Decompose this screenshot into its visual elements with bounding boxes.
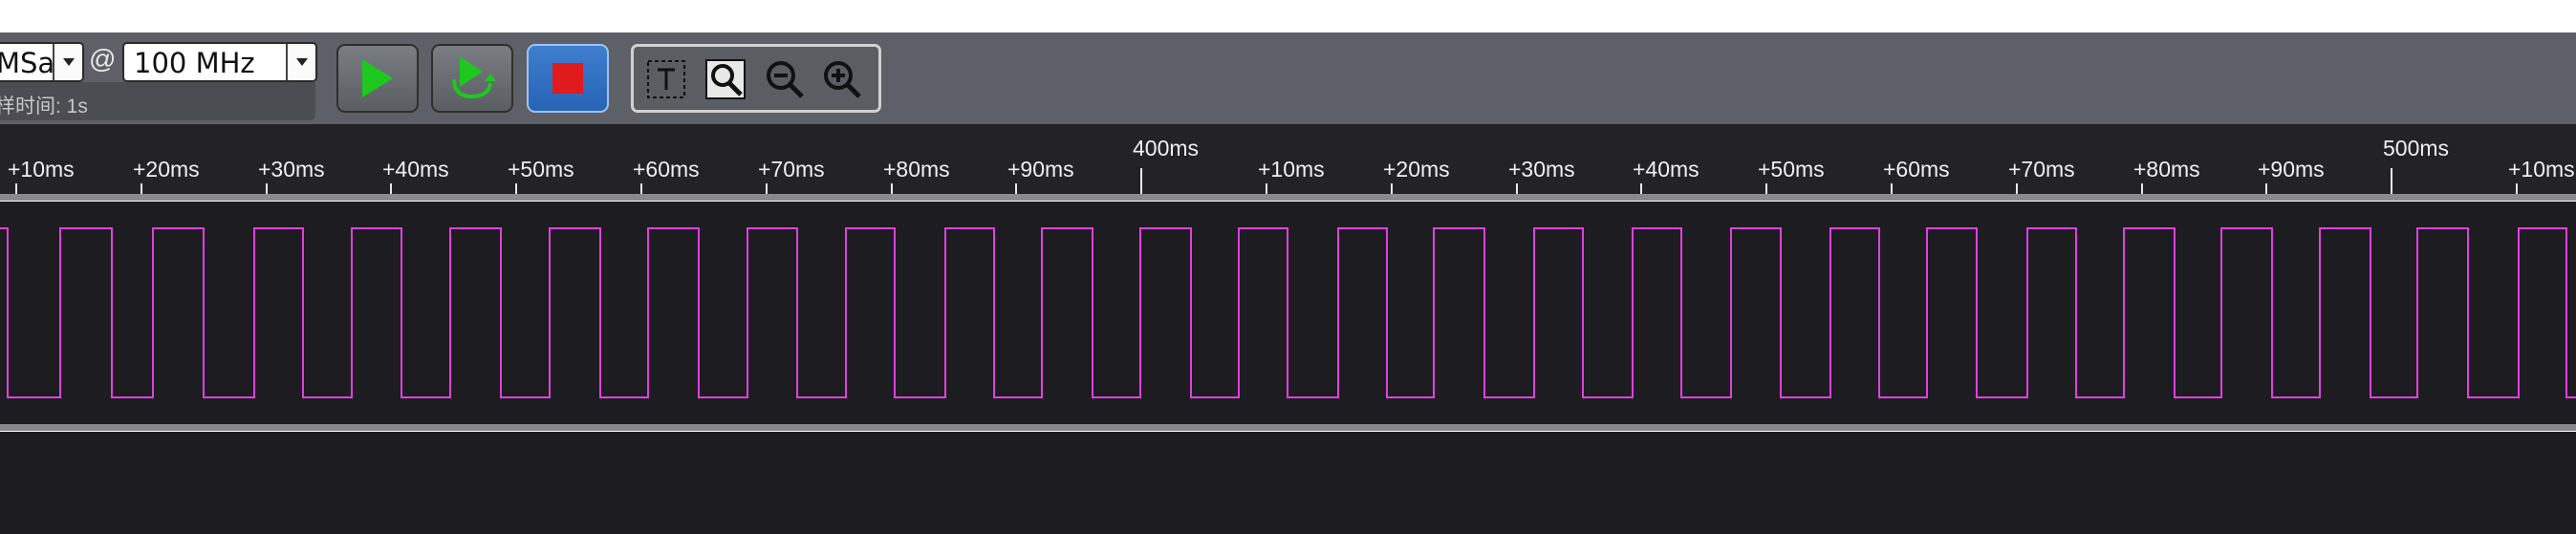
at-symbol: @ — [89, 44, 117, 74]
chevron-down-icon[interactable] — [53, 44, 82, 80]
samples-value: MSa — [0, 47, 55, 79]
ruler-label: +90ms — [1007, 157, 1074, 182]
ruler-label: +90ms — [2258, 157, 2325, 182]
ruler-label: +20ms — [133, 157, 200, 182]
play-loop-icon — [452, 56, 496, 99]
ruler-separator — [0, 194, 2576, 201]
play-icon — [362, 59, 393, 97]
ruler-label: +80ms — [2133, 157, 2200, 182]
time-ruler[interactable]: +10ms +20ms +30ms +40ms +50ms +60ms +70ms +80ms… — [0, 124, 2576, 195]
ruler-label: +60ms — [633, 157, 700, 182]
ruler-label: +70ms — [2008, 157, 2075, 182]
zoom-out-icon — [767, 61, 804, 98]
ruler-label: +80ms — [883, 157, 950, 182]
ruler-label: +10ms — [2508, 157, 2575, 182]
text-cursor-icon — [647, 60, 685, 98]
ruler-label: +10ms — [1258, 157, 1325, 182]
sample-rate-select[interactable]: 100 MHz — [122, 42, 317, 82]
text-cursor-button[interactable] — [645, 58, 687, 100]
ruler-label: +60ms — [1883, 157, 1950, 182]
run-button[interactable] — [336, 44, 419, 113]
zoom-out-button[interactable] — [764, 58, 806, 100]
ruler-label: +40ms — [382, 157, 449, 182]
samples-select[interactable]: MSa — [0, 42, 84, 82]
ruler-label: +30ms — [1508, 157, 1575, 182]
zoom-in-icon — [824, 61, 861, 98]
ruler-label: 500ms — [2383, 136, 2450, 160]
run-repeat-button[interactable] — [431, 44, 513, 113]
ruler-label: 400ms — [1133, 136, 1200, 160]
ruler-label: +50ms — [1758, 157, 1825, 182]
ruler-label: +30ms — [258, 157, 325, 182]
signal-trace-area[interactable] — [0, 202, 2576, 426]
ruler-label: +10ms — [8, 157, 75, 182]
stop-icon — [552, 63, 583, 94]
chevron-down-icon[interactable] — [286, 44, 315, 80]
stop-button[interactable] — [527, 44, 609, 113]
ruler-major-tick — [1140, 168, 1142, 195]
ruler-label: +40ms — [1633, 157, 1699, 182]
zoom-fit-button[interactable] — [704, 58, 747, 100]
signal-waveform — [0, 227, 2576, 398]
zoom-in-button[interactable] — [821, 58, 863, 100]
empty-channel-area — [0, 432, 2576, 534]
ruler-label: +50ms — [508, 157, 574, 182]
ruler-label: +70ms — [758, 157, 825, 182]
capture-time-label: 采样时间: 1s — [0, 96, 88, 117]
ruler-label: +20ms — [1383, 157, 1450, 182]
sample-rate-value: 100 MHz — [134, 47, 255, 79]
zoom-fit-icon — [705, 59, 746, 99]
ruler-major-tick — [2391, 168, 2392, 195]
trace-separator — [0, 424, 2576, 431]
view-tools — [631, 44, 881, 113]
capture-time-panel: 采样时间: 1s — [0, 82, 315, 120]
